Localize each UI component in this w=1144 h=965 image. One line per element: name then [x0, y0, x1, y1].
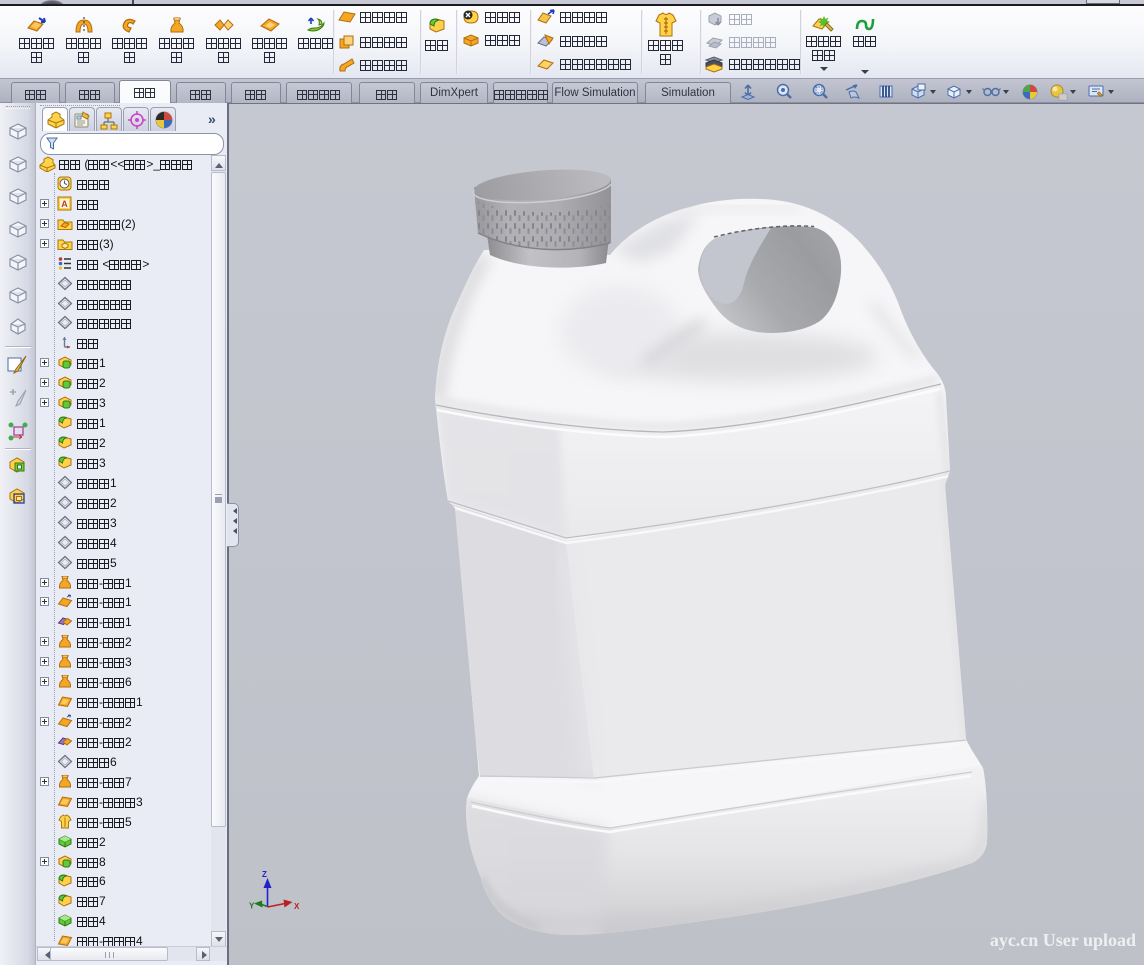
svg-text:Z: Z: [262, 870, 267, 879]
svg-text:Y: Y: [249, 902, 255, 911]
svg-text:X: X: [294, 902, 300, 911]
svg-text:A: A: [61, 199, 68, 209]
